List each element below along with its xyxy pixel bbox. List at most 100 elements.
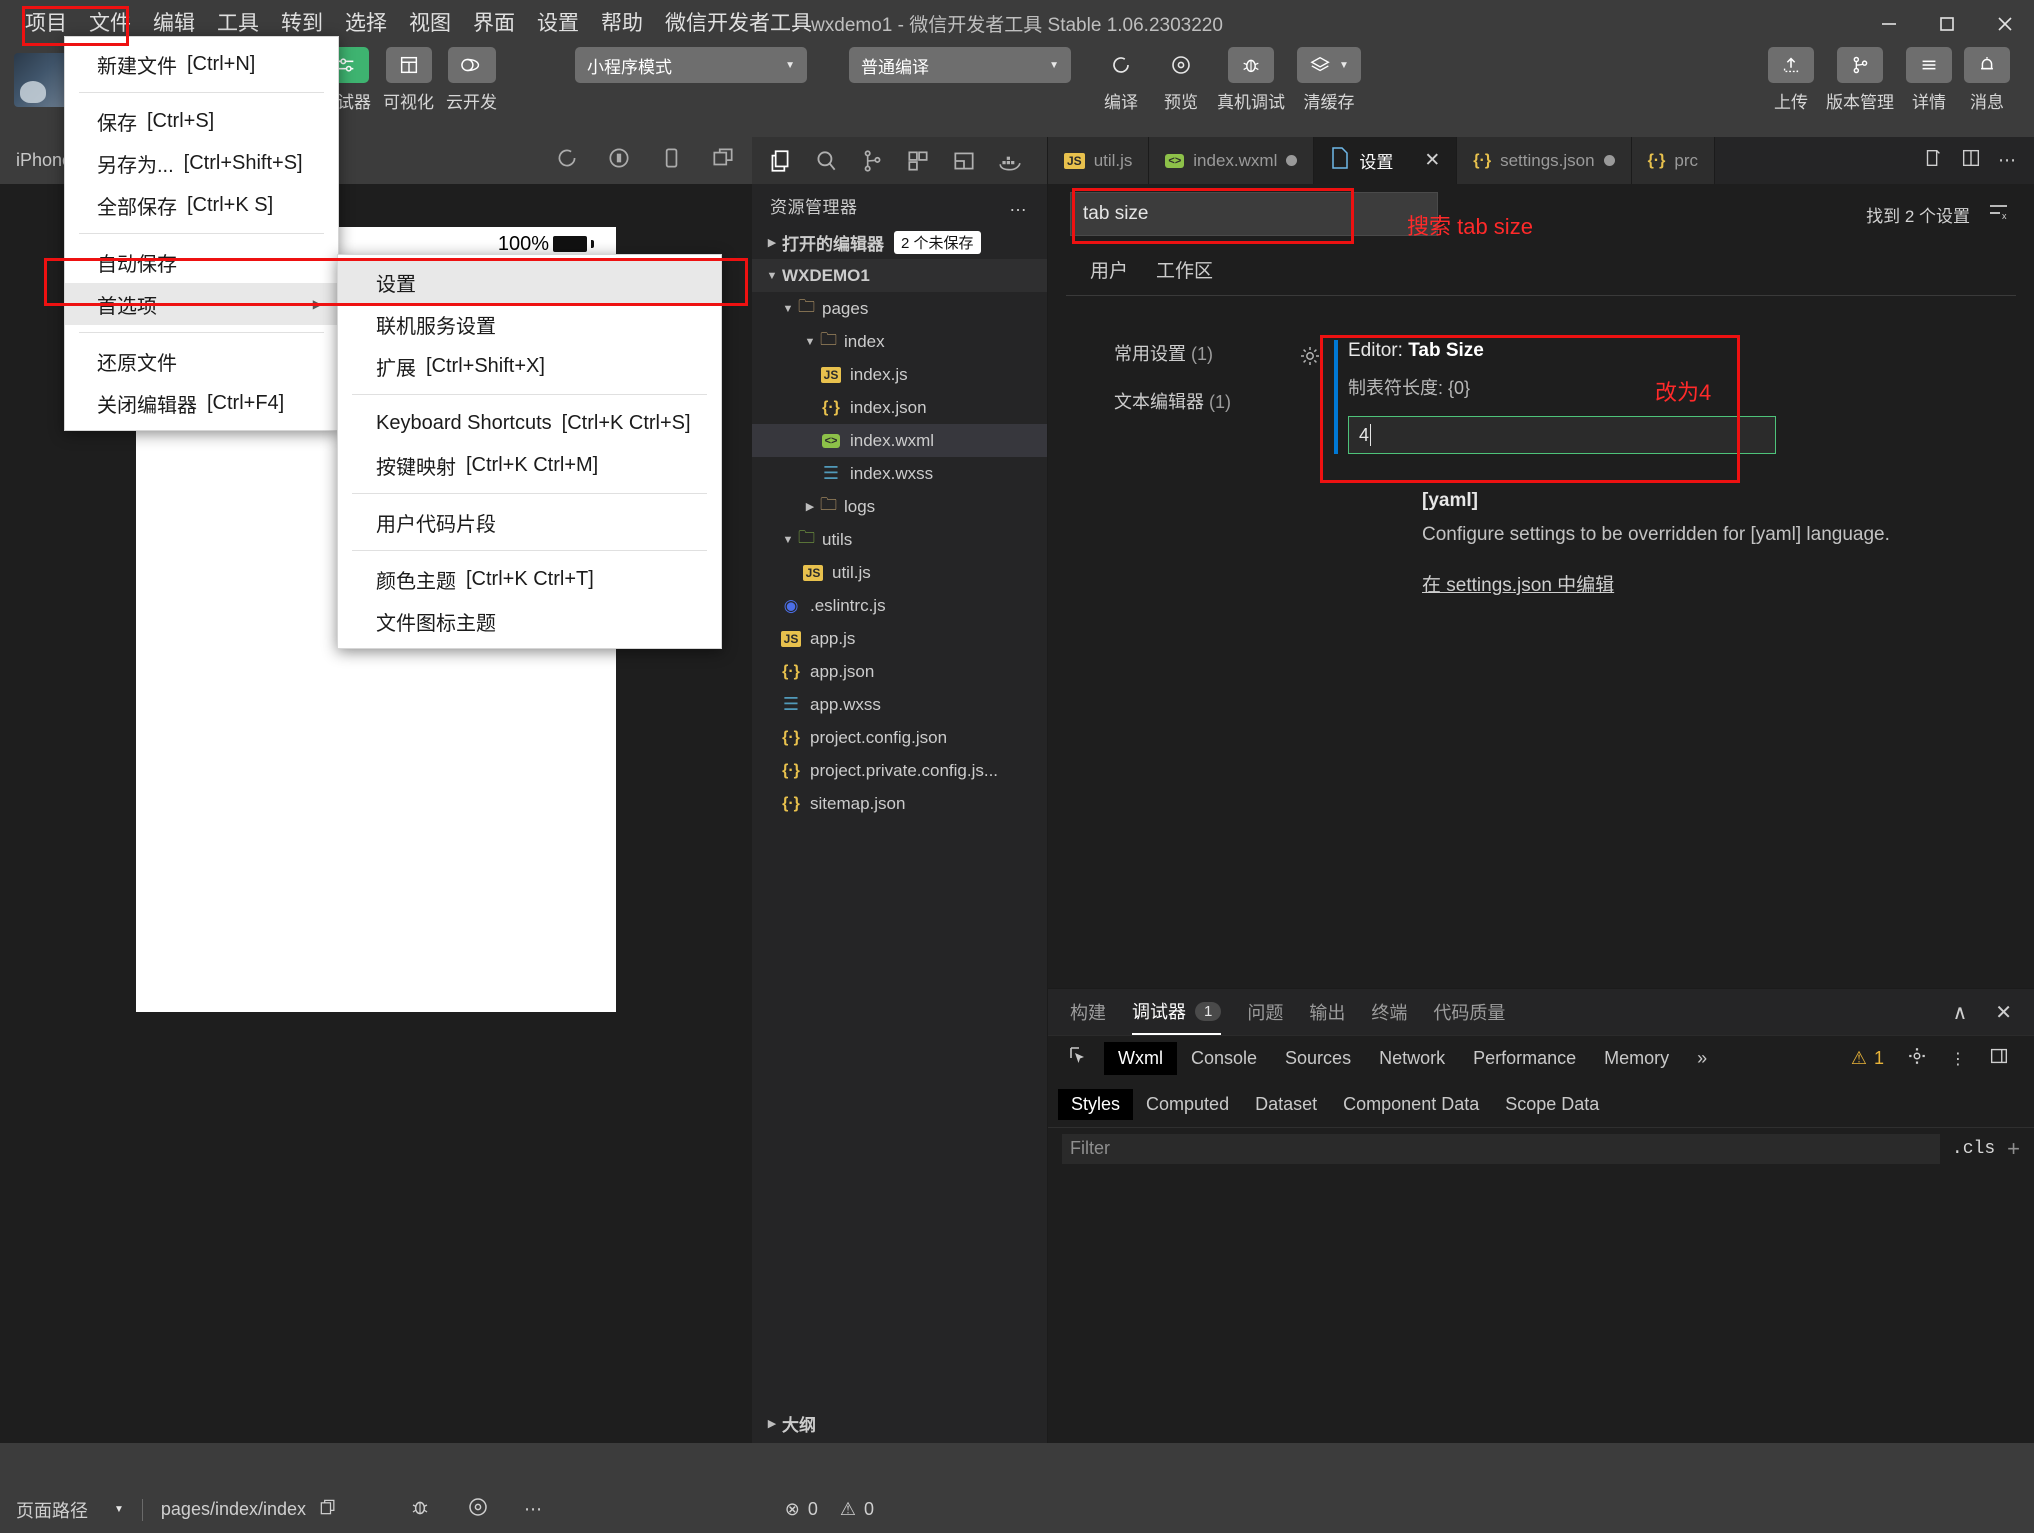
files-icon[interactable] — [758, 139, 802, 183]
styles-tab-computed[interactable]: Computed — [1133, 1089, 1242, 1120]
search-icon[interactable] — [804, 139, 848, 183]
bug-icon[interactable] — [408, 1495, 432, 1524]
styles-tab-component-data[interactable]: Component Data — [1330, 1089, 1492, 1120]
warning-count-badge[interactable]: ⚠ 1 — [1851, 1048, 1884, 1069]
project-root-row[interactable]: ▼ WXDEMO1 — [752, 259, 1047, 292]
copy-icon[interactable] — [318, 1497, 338, 1522]
clear-filter-icon[interactable]: x — [1986, 200, 2012, 228]
tab-prc[interactable]: {·} prc — [1631, 137, 1715, 184]
tree-item-app-js[interactable]: JS app.js — [752, 622, 1047, 655]
tab-util-js[interactable]: JS util.js — [1048, 137, 1150, 184]
menu-item-devtools[interactable]: 微信开发者工具 — [654, 6, 823, 42]
tab-index-wxml[interactable]: <> index.wxml — [1149, 137, 1315, 184]
tree-item-index-json[interactable]: {·} index.json — [752, 391, 1047, 424]
toolbar-clearcache-button[interactable]: ▼ 清缓存 — [1297, 47, 1361, 113]
mode-select[interactable]: 小程序模式 ▼ — [575, 47, 807, 83]
docker-icon[interactable] — [988, 139, 1032, 183]
dock-icon[interactable] — [1988, 1045, 2010, 1072]
debugger-tab-terminal[interactable]: 终端 — [1371, 989, 1407, 1035]
page-path-label[interactable]: 页面路径 — [16, 1497, 88, 1523]
toolbar-details-button[interactable]: 详情 — [1906, 47, 1952, 113]
detach-icon[interactable] — [710, 145, 736, 176]
outline-section[interactable]: ▶ 大纲 — [752, 1403, 1047, 1443]
menu-revert-file[interactable]: 还原文件 — [65, 340, 338, 382]
layout-icon[interactable] — [1960, 147, 1982, 174]
tree-item-pages[interactable]: ▼ 🗀 pages — [752, 292, 1047, 325]
tree-item-index-folder[interactable]: ▼ 🗀 index — [752, 325, 1047, 358]
debugger-tab-code-quality[interactable]: 代码质量 — [1433, 989, 1505, 1035]
avatar[interactable] — [14, 53, 68, 107]
styles-filter-input[interactable]: Filter — [1062, 1133, 1940, 1164]
settings-scope-workspace[interactable]: 工作区 — [1156, 256, 1213, 283]
toolbar-messages-button[interactable]: 消息 — [1964, 47, 2010, 113]
menu-item-select[interactable]: 选择 — [334, 6, 398, 42]
setting-tab-size-input[interactable]: 4 — [1348, 416, 1776, 454]
devtools-overflow-icon[interactable]: » — [1683, 1042, 1721, 1075]
debugger-tab-output[interactable]: 输出 — [1309, 989, 1345, 1035]
maximize-button[interactable] — [1918, 0, 1976, 47]
tree-item-index-wxml[interactable]: <> index.wxml — [752, 424, 1047, 457]
refresh-icon[interactable] — [554, 145, 580, 176]
tab-settings[interactable]: 设置 ✕ — [1314, 137, 1458, 184]
debugger-tab-problems[interactable]: 问题 — [1247, 989, 1283, 1035]
tree-item-app-json[interactable]: {·} app.json — [752, 655, 1047, 688]
tree-item-logs[interactable]: ▶ 🗀 logs — [752, 490, 1047, 523]
tree-item-app-wxss[interactable]: ☰ app.wxss — [752, 688, 1047, 721]
tab-settings-json[interactable]: {·} settings.json — [1457, 137, 1632, 184]
submenu-keyboard-shortcuts[interactable]: Keyboard Shortcuts [Ctrl+K Ctrl+S] — [338, 402, 721, 444]
submenu-user-snippets[interactable]: 用户代码片段 — [338, 501, 721, 543]
compile-select[interactable]: 普通编译 ▼ — [849, 47, 1071, 83]
styles-tab-dataset[interactable]: Dataset — [1242, 1089, 1330, 1120]
device-icon[interactable] — [658, 145, 684, 176]
edit-in-settings-json-link[interactable]: 在 settings.json 中编辑 — [1422, 570, 2034, 597]
settings-scope-user[interactable]: 用户 — [1090, 256, 1128, 283]
status-bar-problems[interactable]: ⊗ 0 ⚠ 0 — [785, 1499, 2034, 1520]
chevron-up-icon[interactable]: ∧ — [1953, 1000, 1968, 1025]
toolbar-upload-button[interactable]: 上传 — [1768, 47, 1814, 113]
devtools-tab-network[interactable]: Network — [1365, 1042, 1459, 1075]
wxml-panel-icon[interactable] — [942, 139, 986, 183]
gear-icon[interactable] — [1906, 1045, 1928, 1072]
chevron-down-icon[interactable]: ▼ — [114, 1504, 124, 1515]
submenu-color-theme[interactable]: 颜色主题 [Ctrl+K Ctrl+T] — [338, 558, 721, 600]
more-vertical-icon[interactable]: ⋮ — [1950, 1049, 1966, 1069]
menu-item-help[interactable]: 帮助 — [590, 6, 654, 42]
menu-save-as[interactable]: 另存为... [Ctrl+Shift+S] — [65, 142, 338, 184]
split-editor-icon[interactable] — [1922, 147, 1944, 174]
tree-item-eslintrc[interactable]: ◉ .eslintrc.js — [752, 589, 1047, 622]
tree-item-utils[interactable]: ▼ 🗀 utils — [752, 523, 1047, 556]
record-icon[interactable] — [606, 145, 632, 176]
toc-item-text-editor[interactable]: 文本编辑器 (1) — [1114, 388, 1334, 414]
add-rule-button[interactable]: + — [2007, 1136, 2020, 1162]
warning-count-group[interactable]: ⚠ 0 — [840, 1499, 874, 1520]
eye-icon[interactable] — [466, 1495, 490, 1524]
styles-tab-styles[interactable]: Styles — [1058, 1088, 1134, 1120]
menu-auto-save[interactable]: 自动保存 — [65, 241, 338, 283]
debugger-tab-build[interactable]: 构建 — [1070, 989, 1106, 1035]
devtools-tab-wxml[interactable]: Wxml — [1104, 1042, 1177, 1075]
menu-save-all[interactable]: 全部保存 [Ctrl+K S] — [65, 184, 338, 226]
gear-icon[interactable] — [1298, 344, 1322, 374]
close-icon[interactable]: ✕ — [1424, 149, 1440, 172]
tree-item-util-js[interactable]: JS util.js — [752, 556, 1047, 589]
devtools-tab-memory[interactable]: Memory — [1590, 1042, 1683, 1075]
devtools-tab-performance[interactable]: Performance — [1459, 1042, 1590, 1075]
tree-item-index-wxss[interactable]: ☰ index.wxss — [752, 457, 1047, 490]
submenu-file-icon-theme[interactable]: 文件图标主题 — [338, 600, 721, 642]
menu-close-editor[interactable]: 关闭编辑器 [Ctrl+F4] — [65, 382, 338, 424]
more-icon[interactable]: ⋯ — [524, 1499, 544, 1520]
open-editors-row[interactable]: ▶ 打开的编辑器 2 个未保存 — [752, 226, 1047, 259]
menu-preferences[interactable]: 首选项 ▶ — [65, 283, 338, 325]
toolbar-version-button[interactable]: 版本管理 — [1826, 47, 1894, 113]
submenu-extensions[interactable]: 扩展 [Ctrl+Shift+X] — [338, 345, 721, 387]
inspect-element-icon[interactable] — [1058, 1044, 1104, 1073]
extensions-icon[interactable] — [896, 139, 940, 183]
menu-save[interactable]: 保存 [Ctrl+S] — [65, 100, 338, 142]
devtools-tab-console[interactable]: Console — [1177, 1042, 1271, 1075]
minimize-button[interactable] — [1860, 0, 1918, 47]
submenu-keymaps[interactable]: 按键映射 [Ctrl+K Ctrl+M] — [338, 444, 721, 486]
toolbar-realdebug-button[interactable]: 真机调试 — [1217, 47, 1285, 113]
tree-item-project-private-config[interactable]: {·} project.private.config.js... — [752, 754, 1047, 787]
menu-new-file[interactable]: 新建文件 [Ctrl+N] — [65, 43, 338, 85]
settings-search-input[interactable]: tab size — [1070, 192, 1438, 236]
